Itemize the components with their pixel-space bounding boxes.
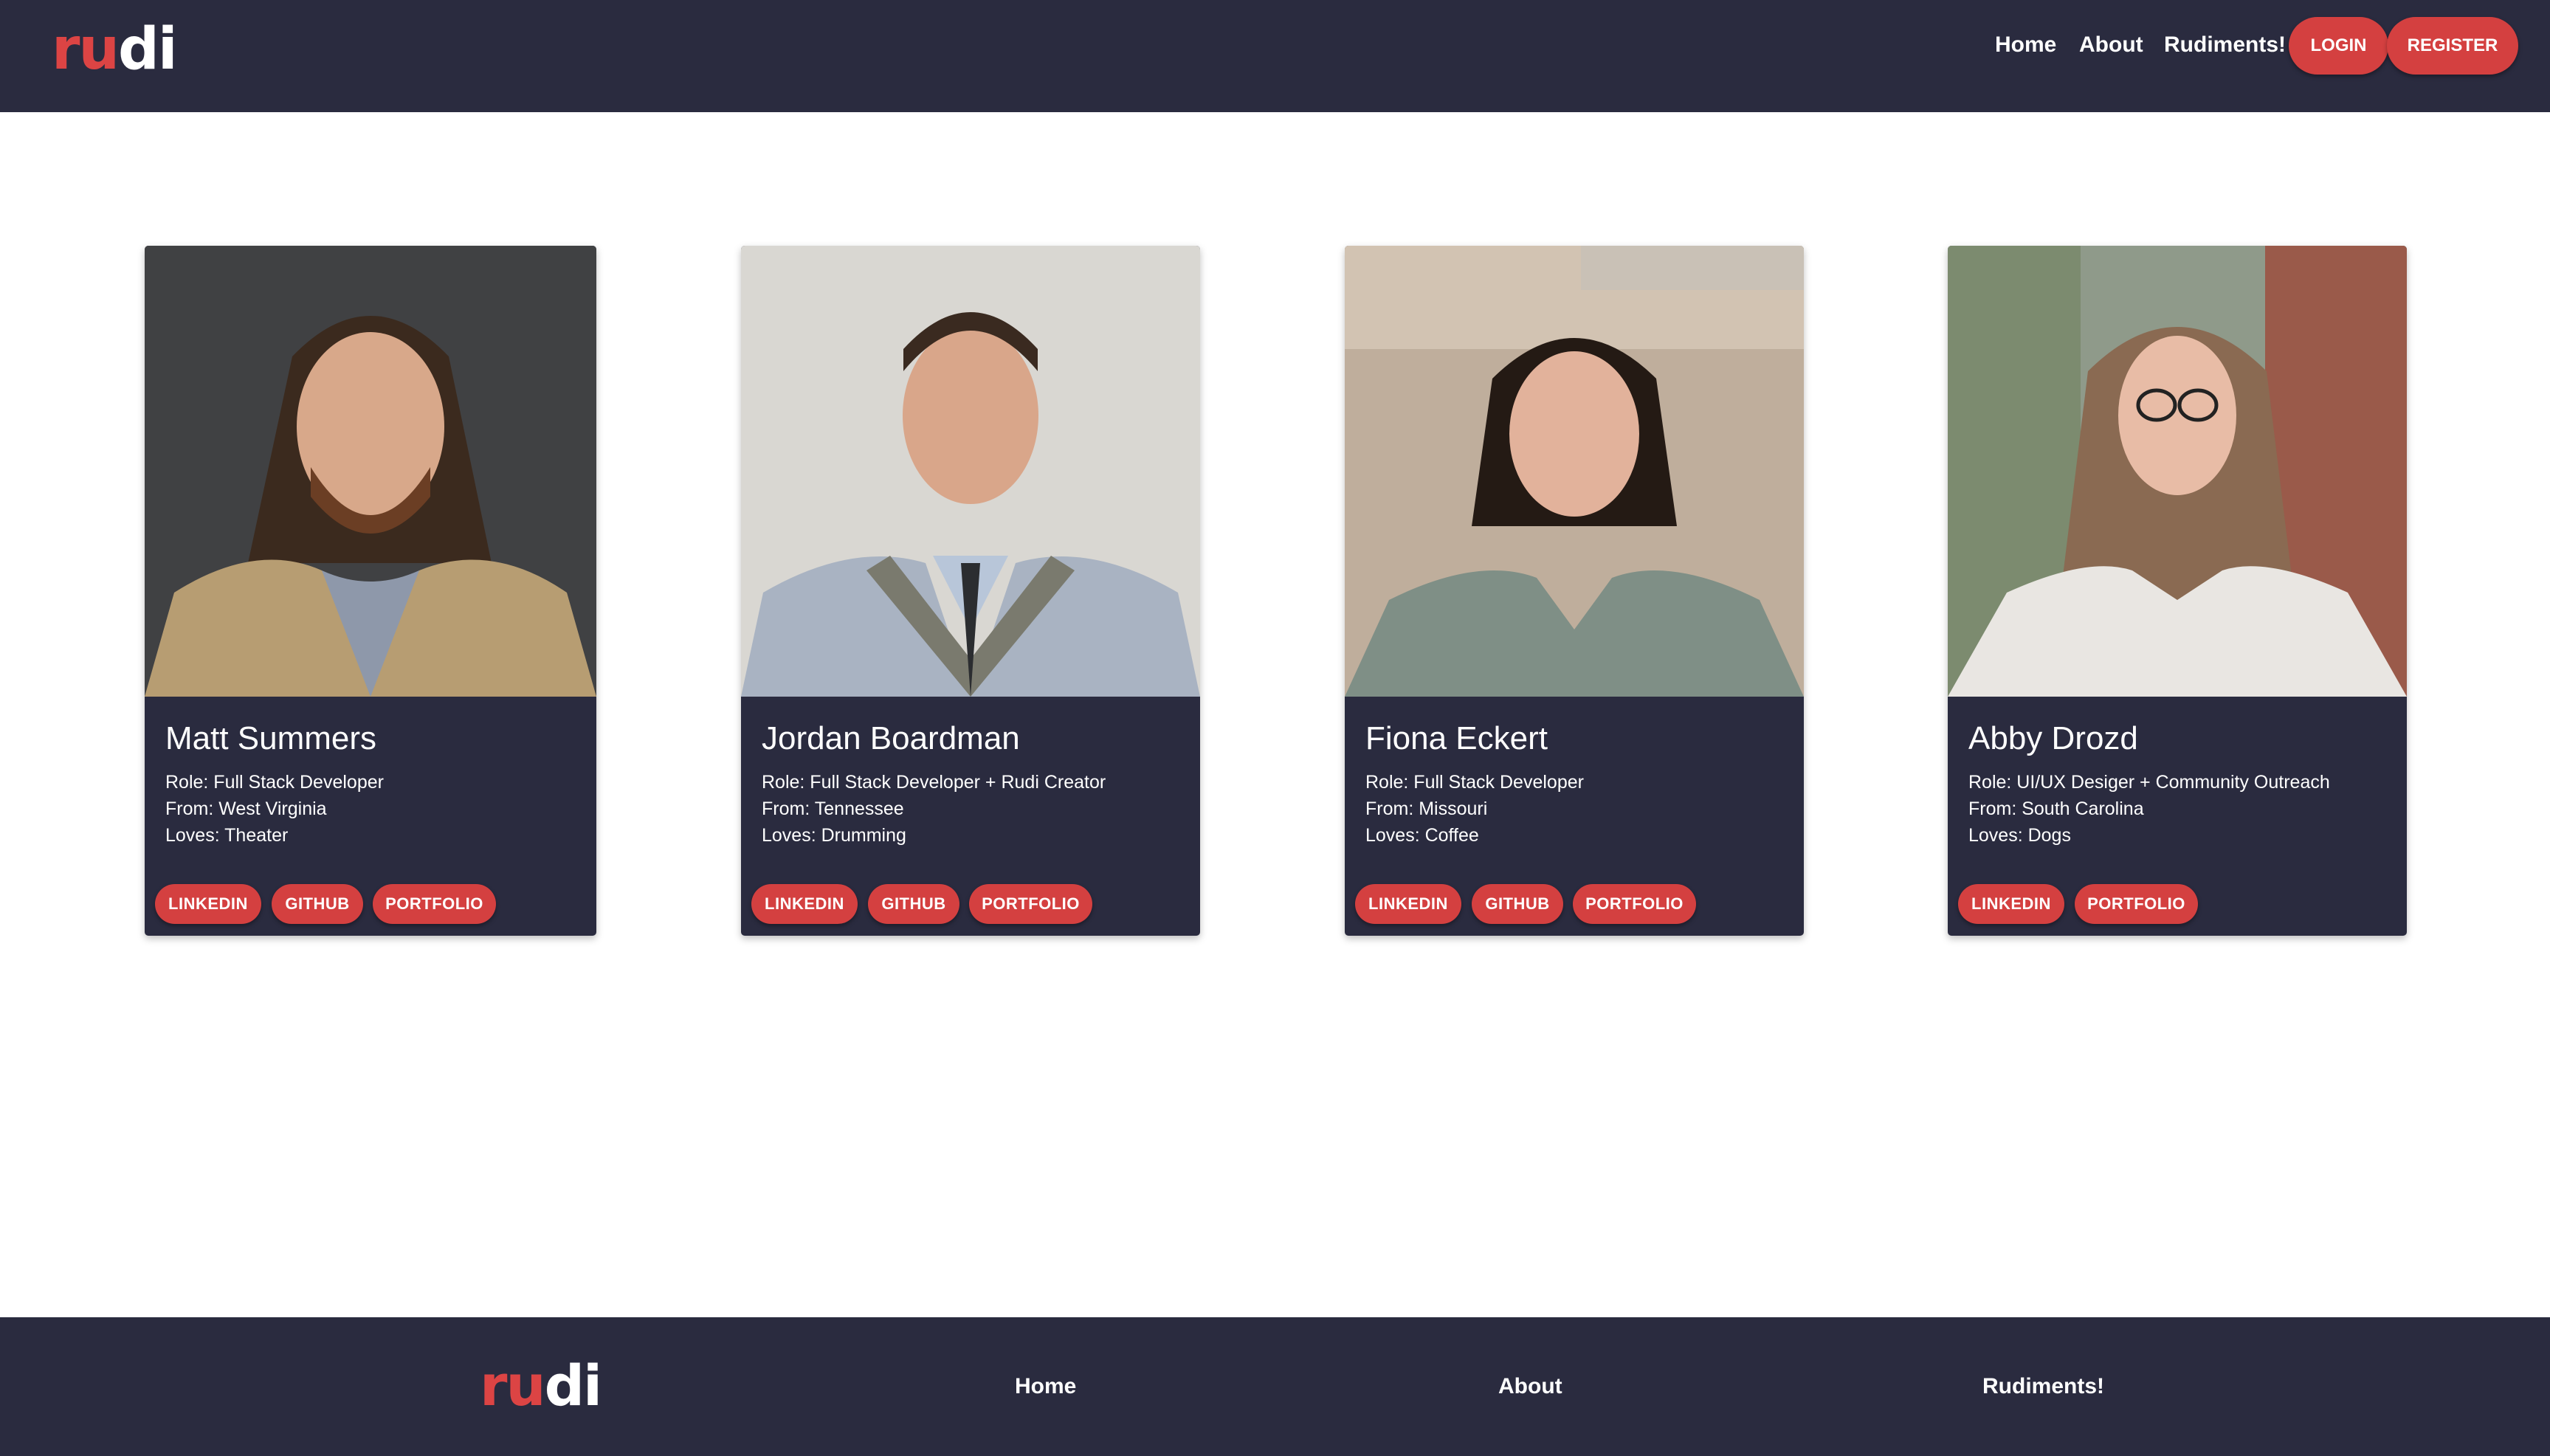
profile-photo [145,246,596,697]
logo-text-ru: ru [480,1353,546,1418]
linkedin-button[interactable]: LINKEDIN [155,884,261,924]
profile-photo [741,246,1200,697]
member-name: Abby Drozd [1968,720,2138,756]
profile-photo [1345,246,1804,697]
member-loves: Loves: Drumming [762,825,906,846]
portfolio-button[interactable]: PORTFOLIO [373,884,496,924]
login-button[interactable]: LOGIN [2289,17,2388,75]
register-button[interactable]: REGISTER [2387,17,2518,75]
portfolio-button[interactable]: PORTFOLIO [1573,884,1696,924]
github-button[interactable]: GITHUB [272,884,363,924]
footer-about-link[interactable]: About [1498,1374,1562,1399]
portfolio-button[interactable]: PORTFOLIO [2075,884,2198,924]
github-button[interactable]: GITHUB [1472,884,1563,924]
member-loves: Loves: Dogs [1968,825,2071,846]
member-name: Matt Summers [165,720,377,756]
logo-text-di: di [118,16,178,83]
member-loves: Loves: Theater [165,825,289,846]
footer-rudiments-link[interactable]: Rudiments! [1982,1374,2104,1399]
logo-text-ru: ru [52,16,120,83]
footer-home-link[interactable]: Home [1015,1374,1076,1399]
footer [0,1317,2550,1456]
nav-rudiments-link[interactable]: Rudiments! [2164,32,2286,58]
member-from: From: South Carolina [1968,798,2144,819]
nav-about-link[interactable]: About [2079,32,2143,58]
member-name: Fiona Eckert [1365,720,1548,756]
profile-photo [1948,246,2407,697]
member-from: From: Tennessee [762,798,904,819]
footer-rudi-logo[interactable]: ru di [480,1353,602,1418]
member-role: Role: Full Stack Developer [1365,772,1584,793]
member-loves: Loves: Coffee [1365,825,1479,846]
member-role: Role: Full Stack Developer + Rudi Creato… [762,772,1106,793]
linkedin-button[interactable]: LINKEDIN [751,884,858,924]
nav-home-link[interactable]: Home [1995,32,2056,58]
linkedin-button[interactable]: LINKEDIN [1355,884,1461,924]
portfolio-button[interactable]: PORTFOLIO [969,884,1092,924]
linkedin-button[interactable]: LINKEDIN [1958,884,2064,924]
github-button[interactable]: GITHUB [868,884,959,924]
logo-text-di: di [544,1353,602,1418]
member-from: From: West Virginia [165,798,327,819]
member-from: From: Missouri [1365,798,1488,819]
rudi-logo[interactable]: ru di [52,16,178,83]
member-role: Role: Full Stack Developer [165,772,384,793]
member-role: Role: UI/UX Desiger + Community Outreach [1968,772,2330,793]
member-name: Jordan Boardman [762,720,1020,756]
